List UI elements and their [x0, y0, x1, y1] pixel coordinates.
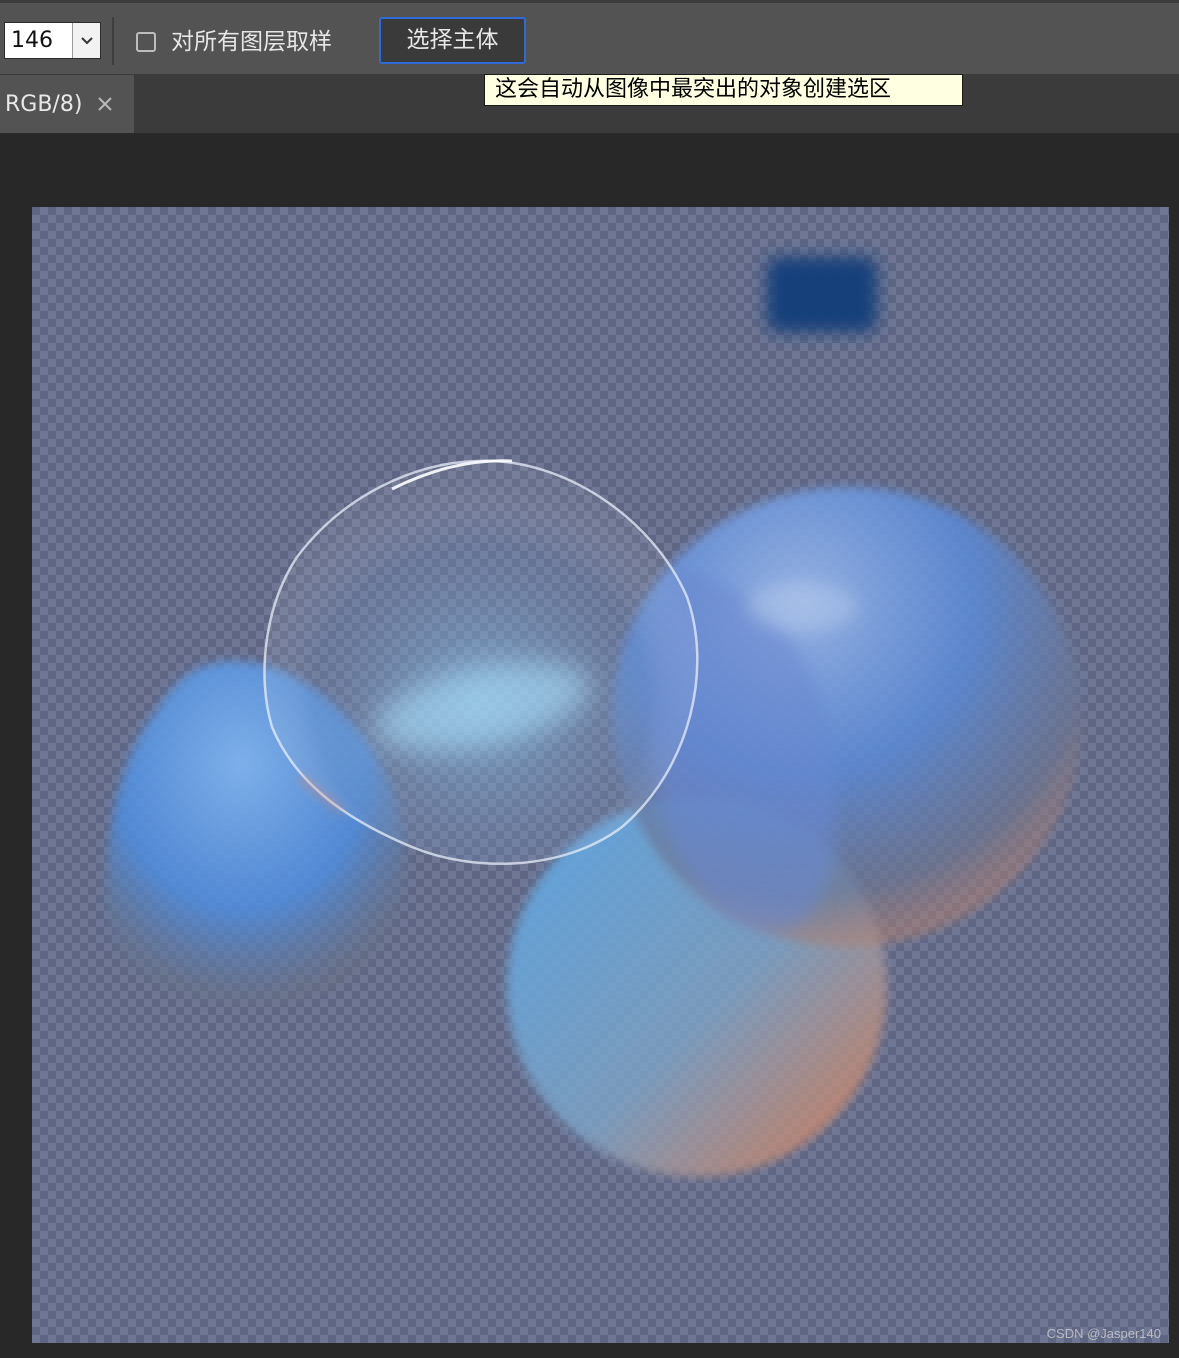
select-subject-tooltip: 这会自动从图像中最突出的对象创建选区: [484, 74, 963, 106]
close-icon[interactable]: [96, 95, 114, 113]
artwork-image: [105, 257, 1082, 1177]
photoshop-window: 146 对所有图层取样 选择主体 这会自动从图像中最突出的对象创建选区 RGB/…: [0, 0, 1179, 1358]
options-bar: 146 对所有图层取样 选择主体: [0, 0, 1179, 75]
document-canvas[interactable]: CSDN @Jasper140: [32, 207, 1169, 1343]
sample-all-layers-label[interactable]: 对所有图层取样: [171, 26, 332, 58]
toolbar-separator: [112, 17, 114, 65]
sample-all-layers-checkbox[interactable]: [136, 32, 156, 52]
right-sphere-highlight: [747, 582, 857, 632]
tolerance-value[interactable]: 146: [5, 23, 73, 58]
document-tab[interactable]: RGB/8): [0, 75, 134, 133]
select-subject-button[interactable]: 选择主体: [379, 17, 526, 64]
tolerance-field[interactable]: 146: [4, 22, 101, 59]
canvas-area[interactable]: CSDN @Jasper140: [0, 135, 1179, 1358]
document-tab-title: RGB/8): [5, 91, 83, 117]
chevron-down-icon[interactable]: [73, 23, 100, 58]
blue-block-shape: [767, 257, 877, 332]
watermark-text: CSDN @Jasper140: [1046, 1326, 1161, 1341]
